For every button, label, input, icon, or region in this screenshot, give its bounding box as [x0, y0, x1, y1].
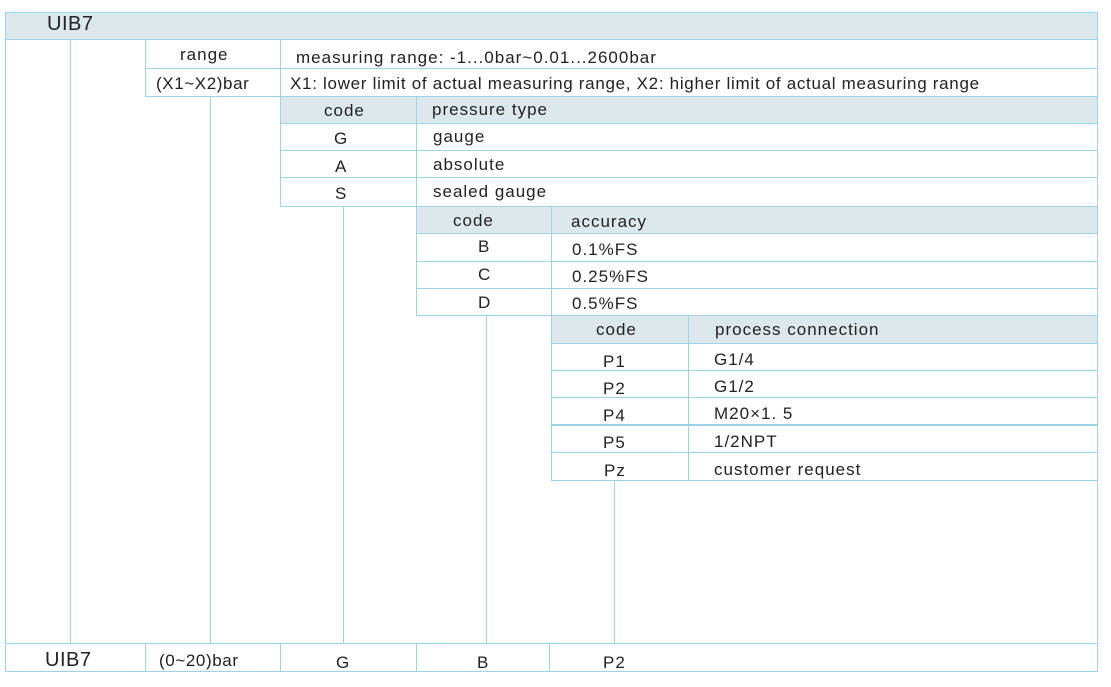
example-range: (0~20)bar [159, 651, 239, 670]
rule [5, 643, 1098, 644]
connection-name: G1/4 [714, 350, 755, 369]
accuracy-code: C [478, 265, 492, 284]
pressure-type-header-bar [280, 97, 1098, 123]
connection-header: process connection [715, 320, 880, 339]
accuracy-name: 0.25%FS [572, 267, 649, 286]
rule [416, 233, 1098, 234]
connection-code: P1 [603, 352, 626, 371]
pressure-code: G [334, 129, 349, 148]
rule [280, 123, 1098, 124]
pressure-name: gauge [433, 127, 486, 146]
accuracy-header-bar [416, 207, 1098, 233]
rule [551, 452, 1098, 453]
rule [343, 207, 344, 643]
rule [551, 424, 1098, 426]
rule [145, 39, 146, 97]
example-accuracy: B [477, 653, 490, 672]
model-selection-table: UIB7 range measuring range: -1...0bar~0.… [0, 0, 1111, 687]
example-pressure: G [336, 653, 351, 672]
pressure-code-header: code [324, 101, 365, 120]
range-unit-description: X1: lower limit of actual measuring rang… [290, 74, 980, 93]
rule [551, 370, 1098, 371]
rule [145, 68, 1098, 69]
connection-code: Pz [604, 461, 626, 480]
rule [1097, 12, 1098, 672]
rule [145, 96, 1098, 97]
accuracy-header: accuracy [571, 212, 648, 231]
accuracy-code-header: code [453, 211, 494, 230]
rule [5, 12, 6, 672]
example-connection: P2 [603, 653, 626, 672]
connection-name: 1/2NPT [714, 432, 778, 451]
connection-name: M20×1. 5 [714, 404, 794, 423]
rule [551, 480, 1098, 481]
connection-code: P5 [603, 433, 626, 452]
rule [551, 397, 1098, 398]
connection-name: customer request [714, 460, 862, 479]
rule [614, 481, 615, 643]
rule [416, 97, 417, 316]
rule [551, 207, 552, 481]
rule [70, 39, 71, 643]
rule [280, 177, 1098, 178]
range-unit-label: (X1~X2)bar [156, 74, 250, 93]
accuracy-name: 0.1%FS [572, 240, 639, 259]
connection-code: P2 [603, 379, 626, 398]
rule [486, 316, 487, 643]
rule [5, 12, 1098, 13]
model-title: UIB7 [47, 13, 94, 35]
rule [416, 643, 417, 672]
connection-code-header: code [596, 320, 637, 339]
connection-code: P4 [603, 406, 626, 425]
rule [280, 643, 281, 672]
accuracy-code: D [478, 293, 492, 312]
rule [551, 343, 1098, 344]
rule [5, 671, 1098, 672]
rule [280, 206, 1098, 207]
range-description: measuring range: -1...0bar~0.01...2600ba… [296, 48, 657, 67]
pressure-code: S [335, 184, 348, 203]
connection-name: G1/2 [714, 377, 755, 396]
rule [280, 150, 1098, 151]
rule [5, 39, 1098, 40]
pressure-name: absolute [433, 155, 506, 174]
pressure-name: sealed gauge [433, 182, 548, 201]
rule [416, 315, 1098, 316]
range-label: range [180, 45, 229, 64]
rule [549, 643, 550, 672]
rule [416, 288, 1098, 289]
accuracy-code: B [478, 237, 491, 256]
rule [416, 261, 1098, 262]
accuracy-name: 0.5%FS [572, 294, 639, 313]
pressure-type-header: pressure type [432, 100, 548, 119]
rule [280, 39, 281, 207]
title-bar [5, 13, 1098, 39]
pressure-code: A [335, 157, 348, 176]
rule [145, 643, 146, 672]
rule [210, 97, 211, 643]
rule [688, 316, 689, 481]
example-model: UIB7 [45, 649, 92, 671]
